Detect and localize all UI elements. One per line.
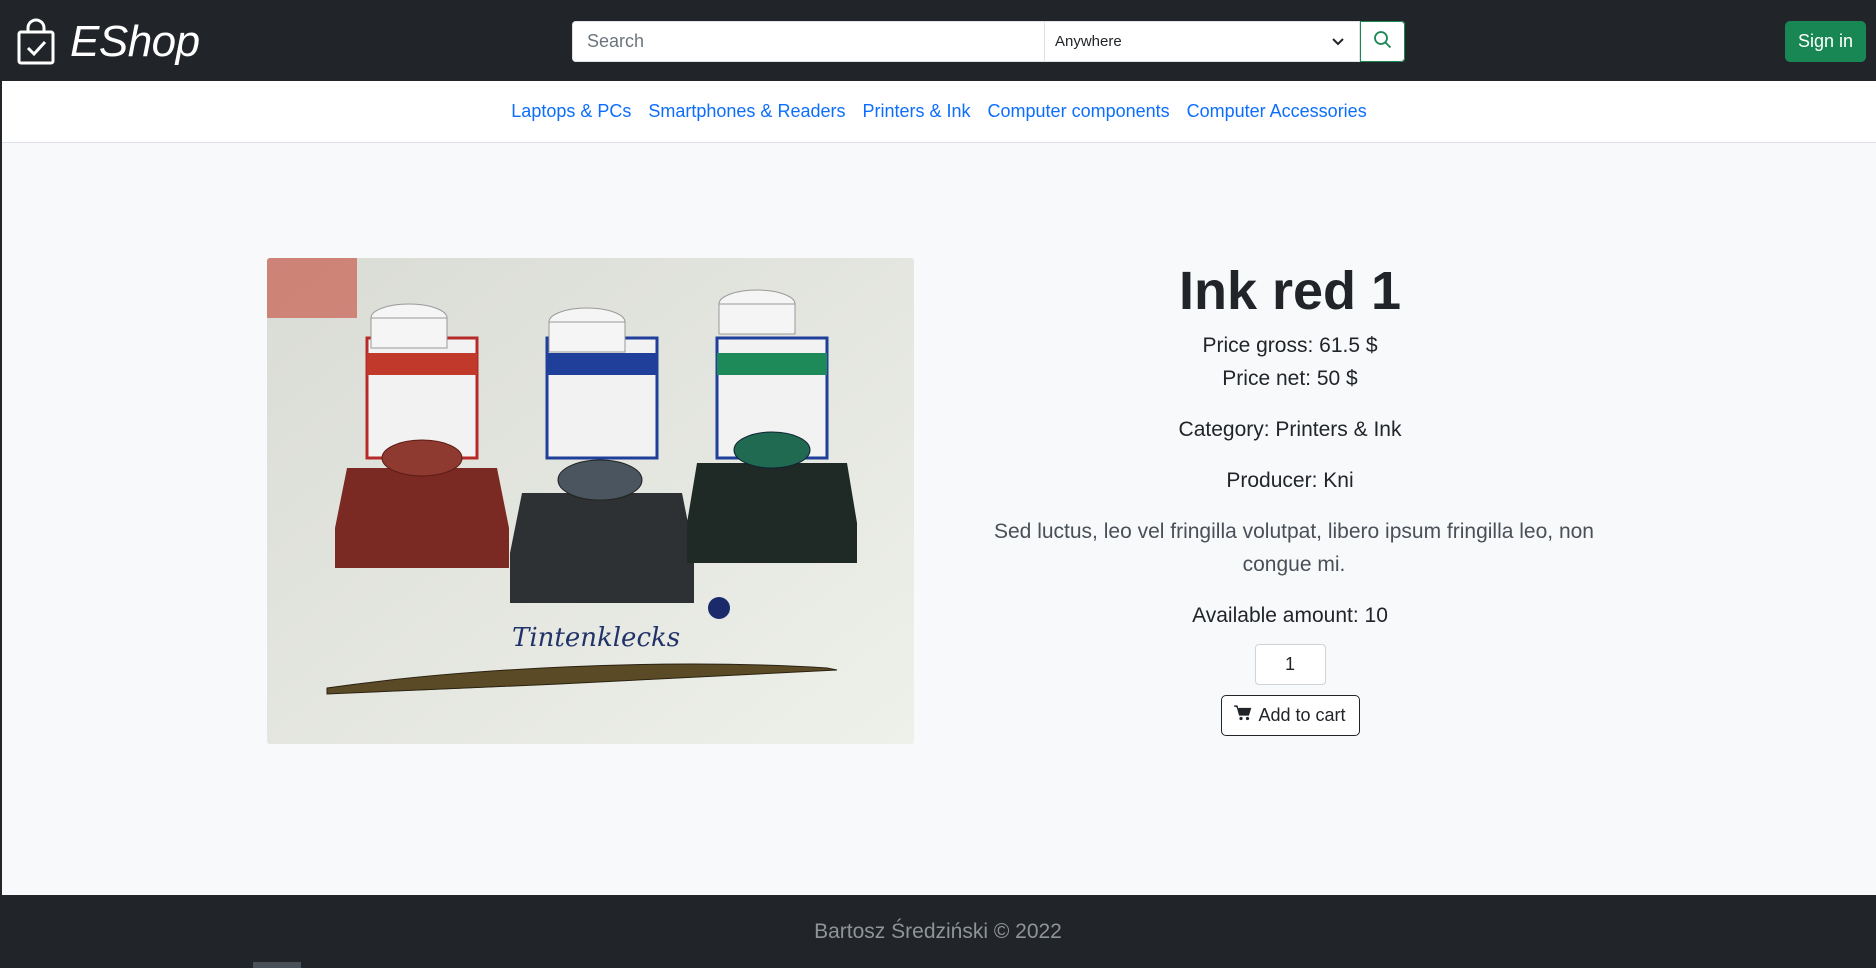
available-amount: Available amount: 10 — [1192, 604, 1388, 628]
category-link-accessories[interactable]: Computer Accessories — [1178, 101, 1375, 122]
product-description: Sed luctus, leo vel fringilla volutpat, … — [994, 520, 1594, 577]
brand-home-link[interactable]: EShop — [16, 16, 200, 68]
price-gross: Price gross: 61.5 $ — [1202, 334, 1378, 358]
left-border — [0, 81, 2, 895]
search-input[interactable] — [572, 21, 1044, 62]
product-title: Ink red 1 — [1178, 261, 1402, 321]
footer: Bartosz Średziński © 2022 — [0, 895, 1876, 968]
sign-in-button[interactable]: Sign in — [1785, 21, 1866, 62]
product-category: Category: Printers & Ink — [1178, 418, 1402, 442]
price-net: Price net: 50 $ — [1222, 367, 1358, 391]
footer-tab — [253, 962, 301, 968]
brand-name: EShop — [70, 17, 200, 66]
cart-icon — [1234, 705, 1252, 726]
category-link-smartphones[interactable]: Smartphones & Readers — [640, 101, 854, 122]
image-caption: Tintenklecks — [512, 623, 680, 653]
product-image: Tintenklecks — [267, 258, 914, 744]
product-info: Ink red 1 Price gross: 61.5 $ Price net:… — [984, 258, 1596, 737]
quantity-input[interactable] — [1254, 644, 1326, 686]
footer-copyright: Bartosz Średziński © 2022 — [814, 919, 1062, 943]
search-icon — [1373, 30, 1392, 54]
category-link-printers[interactable]: Printers & Ink — [854, 101, 979, 122]
search-scope-value: Anywhere — [1055, 33, 1122, 50]
shopping-bag-check-icon — [16, 18, 56, 66]
category-nav: Laptops & PCs Smartphones & Readers Prin… — [2, 81, 1876, 143]
chevron-down-icon — [1331, 35, 1345, 53]
top-navbar: EShop Anywhere Sign in — [0, 0, 1876, 81]
category-link-laptops[interactable]: Laptops & PCs — [503, 101, 640, 122]
add-to-cart-button[interactable]: Add to cart — [1220, 695, 1360, 737]
category-link-components[interactable]: Computer components — [979, 101, 1178, 122]
product-producer: Producer: Kni — [1226, 469, 1354, 493]
search-button[interactable] — [1360, 21, 1405, 62]
add-to-cart-label: Add to cart — [1258, 705, 1346, 726]
search-scope-select[interactable]: Anywhere — [1044, 21, 1360, 62]
search-bar: Anywhere — [572, 21, 1405, 62]
